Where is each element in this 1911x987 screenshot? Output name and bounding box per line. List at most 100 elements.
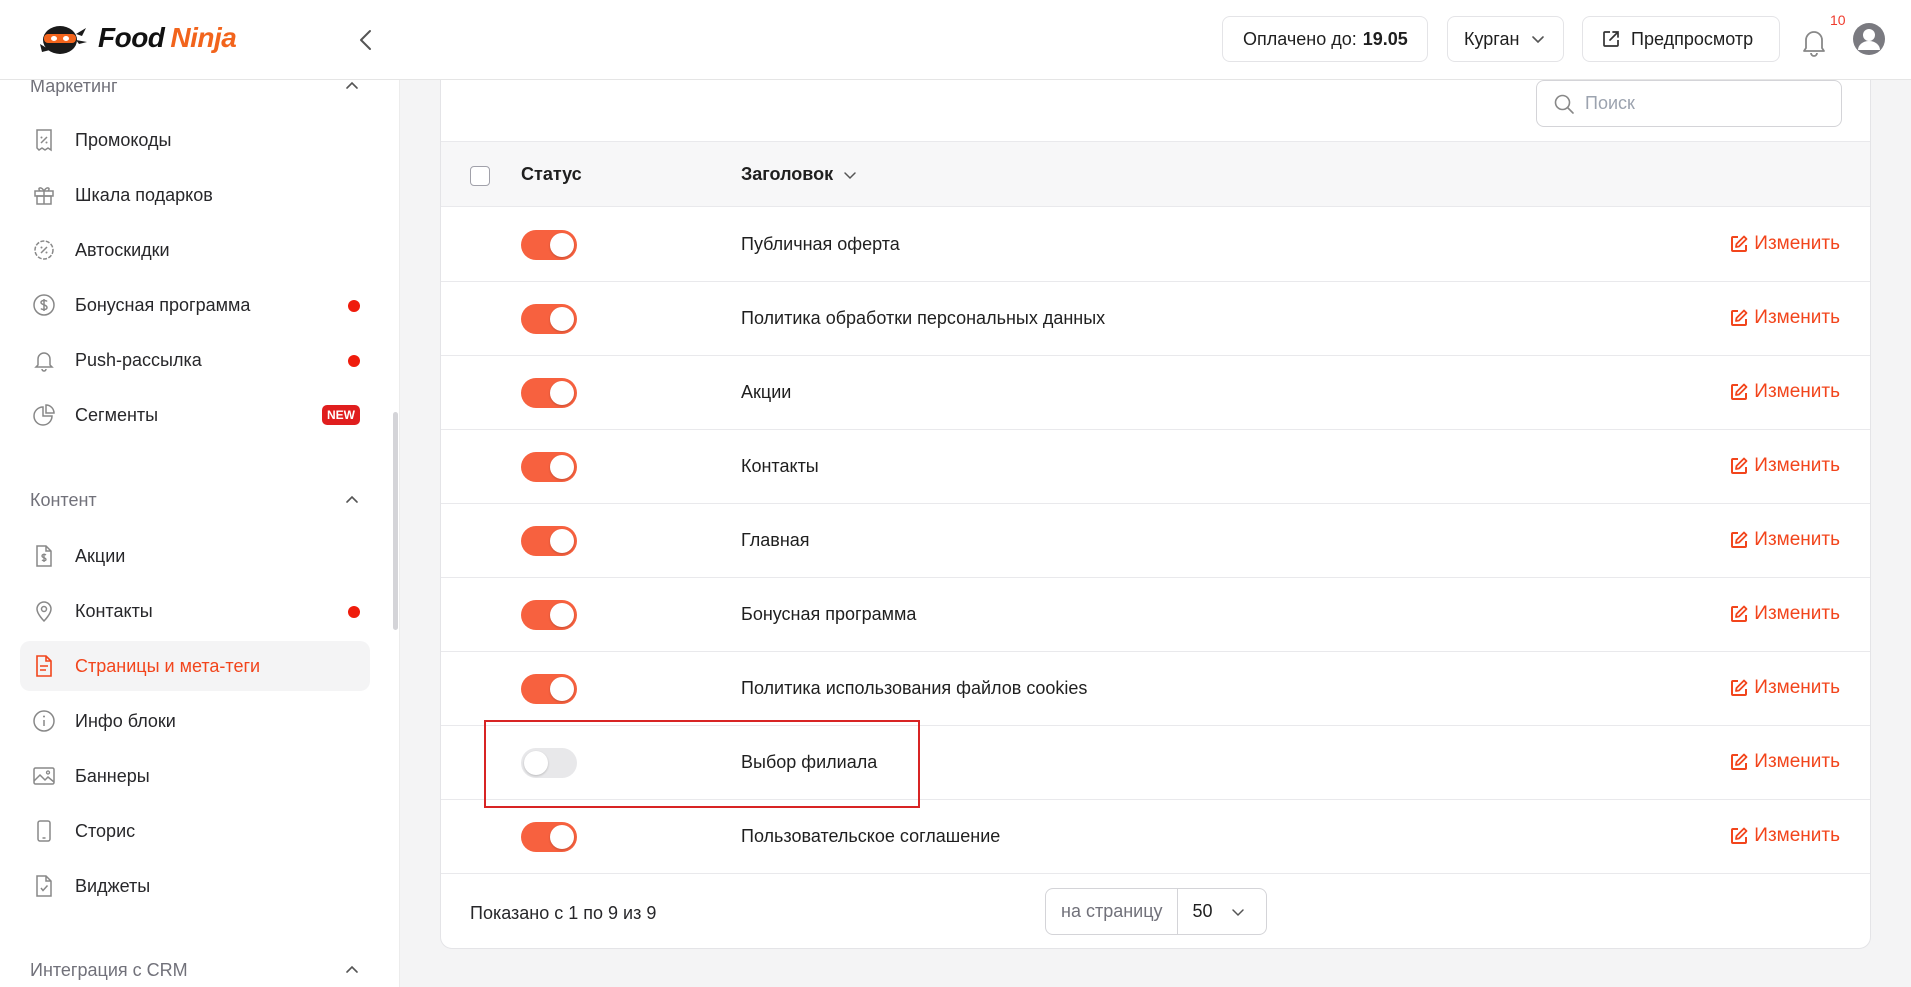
table-header: Статус Заголовок: [441, 141, 1870, 207]
chevron-up-icon: [346, 81, 358, 89]
logo[interactable]: Food Ninja: [36, 20, 237, 56]
status-toggle[interactable]: [521, 230, 577, 260]
sidebar-section-content[interactable]: Контент: [30, 490, 360, 511]
status-toggle[interactable]: [521, 600, 577, 630]
toggle-knob: [550, 825, 574, 849]
preview-button[interactable]: Предпросмотр: [1582, 16, 1780, 62]
chevron-up-icon: [346, 495, 358, 503]
status-toggle[interactable]: [521, 526, 577, 556]
dollar-circle-icon: [30, 291, 58, 319]
sidebar-item-promocodes[interactable]: Промокоды: [20, 115, 370, 165]
toggle-knob: [550, 307, 574, 331]
toggle-knob: [550, 529, 574, 553]
city-select[interactable]: Курган: [1447, 16, 1564, 62]
ninja-logo-icon: [36, 20, 88, 56]
table-row: Контакты Изменить: [441, 430, 1870, 504]
row-title: Пользовательское соглашение: [741, 826, 1001, 846]
row-title: Политика использования файлов cookies: [741, 678, 1088, 698]
pie-chart-icon: [30, 401, 58, 429]
row-title: Публичная оферта: [741, 234, 900, 254]
table-row: Политика использования файлов cookies Изм…: [441, 652, 1870, 726]
phone-icon: [30, 817, 58, 845]
edit-label: Изменить: [1754, 751, 1840, 772]
edit-icon: [1731, 383, 1748, 400]
row-title: Контакты: [741, 456, 819, 476]
sidebar-item-banners[interactable]: Баннеры: [20, 751, 370, 801]
notification-count: 10: [1830, 12, 1846, 28]
edit-label: Изменить: [1754, 233, 1840, 254]
edit-icon: [1731, 531, 1748, 548]
sidebar-item-pages-meta[interactable]: Страницы и мета-теги: [20, 641, 370, 691]
table-row: Главная Изменить: [441, 504, 1870, 578]
edit-label: Изменить: [1754, 677, 1840, 698]
info-circle-icon: [30, 707, 58, 735]
notification-dot: [348, 606, 360, 618]
external-link-icon: [1603, 31, 1619, 47]
sidebar-item-gift-scale[interactable]: Шкала подарков: [20, 170, 370, 220]
row-title: Политика обработки персональных данных: [741, 308, 1106, 328]
column-status: Статус: [521, 164, 582, 184]
edit-button[interactable]: Изменить: [1730, 603, 1840, 625]
per-page-value[interactable]: 50: [1178, 901, 1245, 922]
sidebar-item-widgets[interactable]: Виджеты: [20, 861, 370, 911]
column-title-sort[interactable]: Заголовок: [741, 164, 857, 185]
select-all-checkbox[interactable]: [470, 166, 490, 186]
notifications-button[interactable]: [1796, 24, 1832, 60]
receipt-percent-icon: [30, 126, 58, 154]
new-badge: NEW: [322, 405, 360, 425]
edit-button[interactable]: Изменить: [1730, 677, 1840, 699]
sidebar-section-crm[interactable]: Интеграция с CRM: [30, 960, 360, 981]
edit-icon: [1731, 827, 1748, 844]
sidebar-item-bonus-program[interactable]: Бонусная программа: [20, 280, 370, 330]
edit-button[interactable]: Изменить: [1730, 381, 1840, 403]
avatar[interactable]: [1852, 22, 1886, 56]
sidebar-item-info-blocks[interactable]: Инфо блоки: [20, 696, 370, 746]
sidebar-item-segments[interactable]: Сегменты NEW: [20, 390, 370, 440]
edit-button[interactable]: Изменить: [1730, 529, 1840, 551]
image-icon: [30, 762, 58, 790]
search-input[interactable]: [1585, 93, 1825, 114]
sidebar-item-contacts[interactable]: Контакты: [20, 586, 370, 636]
edit-icon: [1731, 235, 1748, 252]
status-toggle[interactable]: [521, 304, 577, 334]
edit-button[interactable]: Изменить: [1730, 751, 1840, 773]
edit-label: Изменить: [1754, 307, 1840, 328]
brand-name: Food Ninja: [98, 22, 237, 53]
edit-button[interactable]: Изменить: [1730, 455, 1840, 477]
sidebar-item-push[interactable]: Push-рассылка: [20, 335, 370, 385]
toggle-knob: [550, 381, 574, 405]
toggle-knob: [550, 233, 574, 257]
user-avatar-icon: [1853, 23, 1885, 55]
map-pin-icon: [30, 597, 58, 625]
edit-icon: [1731, 457, 1748, 474]
edit-icon: [1731, 753, 1748, 770]
chevron-down-icon: [1231, 908, 1244, 916]
table-row: Акции Изменить: [441, 356, 1870, 430]
edit-button[interactable]: Изменить: [1730, 825, 1840, 847]
collapse-sidebar-button[interactable]: [350, 24, 382, 56]
search-box[interactable]: [1536, 80, 1842, 127]
edit-label: Изменить: [1754, 603, 1840, 624]
highlight-box: [484, 720, 920, 808]
edit-button[interactable]: Изменить: [1730, 233, 1840, 255]
sidebar-item-promotions[interactable]: Акции: [20, 531, 370, 581]
table-row: Пользовательское соглашение Изменить: [441, 800, 1870, 874]
status-toggle[interactable]: [521, 378, 577, 408]
chevron-left-icon: [360, 30, 371, 50]
status-toggle[interactable]: [521, 674, 577, 704]
edit-label: Изменить: [1754, 825, 1840, 846]
sidebar-section-marketing[interactable]: Маркетинг: [30, 80, 360, 97]
per-page-select[interactable]: на страницу 50: [1045, 888, 1267, 935]
toggle-knob: [550, 455, 574, 479]
bell-icon: [1803, 31, 1825, 57]
sidebar-scrollbar[interactable]: [393, 412, 398, 630]
edit-label: Изменить: [1754, 381, 1840, 402]
chevron-up-icon: [346, 965, 358, 973]
status-toggle[interactable]: [521, 452, 577, 482]
sidebar-item-autodiscounts[interactable]: Автоскидки: [20, 225, 370, 275]
toggle-knob: [550, 677, 574, 701]
status-toggle[interactable]: [521, 822, 577, 852]
edit-button[interactable]: Изменить: [1730, 307, 1840, 329]
edit-icon: [1731, 605, 1748, 622]
sidebar-item-stories[interactable]: Сторис: [20, 806, 370, 856]
